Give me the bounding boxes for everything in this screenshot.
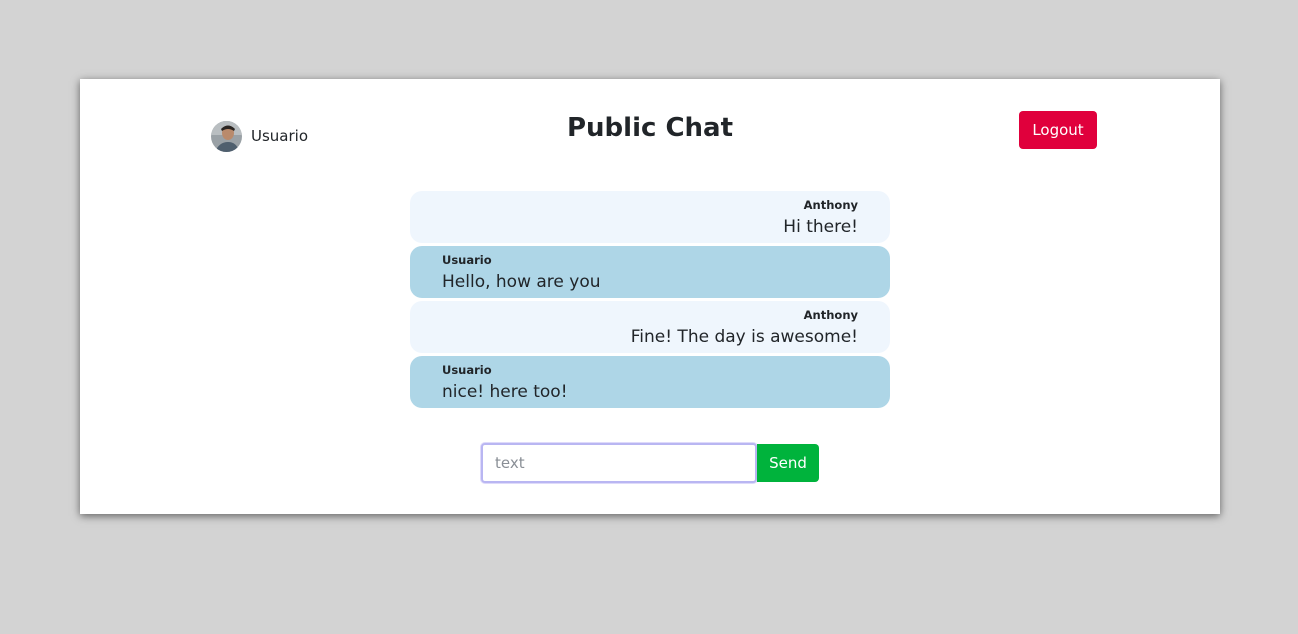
- message-input[interactable]: [481, 443, 757, 483]
- logout-button[interactable]: Logout: [1019, 111, 1097, 149]
- message-text: Hi there!: [783, 217, 858, 237]
- message-text: Fine! The day is awesome!: [630, 327, 858, 347]
- message-bubble: Usuario nice! here too!: [410, 356, 890, 408]
- message-sender: Usuario: [442, 363, 492, 377]
- message-sender: Anthony: [803, 198, 858, 212]
- message-bubble: Usuario Hello, how are you: [410, 246, 890, 298]
- chat-card: Usuario Public Chat Logout Anthony Hi th…: [80, 79, 1220, 514]
- message-sender: Usuario: [442, 253, 492, 267]
- message-bubble: Anthony Fine! The day is awesome!: [410, 301, 890, 353]
- message-text: Hello, how are you: [442, 272, 601, 292]
- message-composer: Send: [481, 443, 819, 483]
- message-sender: Anthony: [803, 308, 858, 322]
- send-button[interactable]: Send: [757, 444, 819, 482]
- message-bubble: Anthony Hi there!: [410, 191, 890, 243]
- message-text: nice! here too!: [442, 382, 568, 402]
- message-list: Anthony Hi there! Usuario Hello, how are…: [410, 191, 890, 411]
